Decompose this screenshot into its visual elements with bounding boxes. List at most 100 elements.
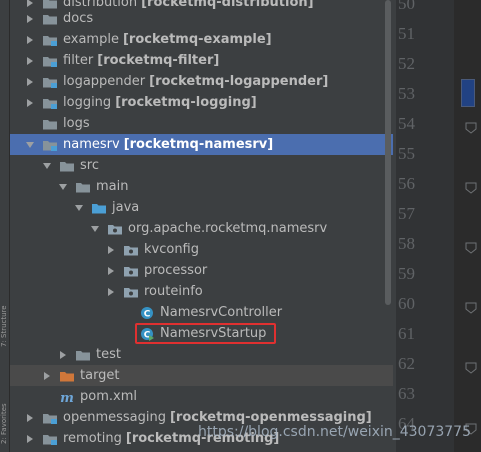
- tree-row-label: remoting: [63, 431, 122, 446]
- fold-marker-icon[interactable]: [465, 359, 477, 374]
- svg-text:m: m: [60, 391, 74, 404]
- chevron-right-icon[interactable]: [24, 412, 36, 424]
- package-icon: [123, 243, 139, 257]
- line-number: 56: [398, 174, 415, 193]
- tree-row-kvconfig[interactable]: kvconfig: [10, 239, 393, 260]
- chevron-right-icon[interactable]: [24, 55, 36, 67]
- tree-row-logs[interactable]: logs: [10, 113, 393, 134]
- tree-row-label: NamesrvController: [160, 305, 283, 320]
- folder-icon: [42, 12, 58, 26]
- module-folder-icon: [42, 432, 58, 446]
- chevron-down-icon[interactable]: [57, 181, 69, 193]
- line-number: 61: [398, 324, 415, 343]
- line-number: 50: [398, 0, 415, 13]
- tree-row-label: logging: [63, 95, 112, 110]
- module-folder-icon: [42, 138, 58, 152]
- folder-icon: [59, 159, 75, 173]
- line-number: 51: [398, 24, 415, 43]
- tree-row-processor[interactable]: processor: [10, 260, 393, 281]
- line-number: 54: [398, 114, 415, 133]
- module-folder-icon: [42, 75, 58, 89]
- tree-row-routeinfo[interactable]: routeinfo: [10, 281, 393, 302]
- editor-pane: 50 51 52 53 54 55 56 57 58 59 60 61 62 63 64: [396, 0, 481, 452]
- tree-row-org-apache-rocketmq-namesrv[interactable]: org.apache.rocketmq.namesrv: [10, 218, 393, 239]
- module-name: [rocketmq-logappender]: [149, 74, 329, 89]
- package-icon: [123, 285, 139, 299]
- module-name: [rocketmq-example]: [122, 32, 272, 47]
- tree-row-main[interactable]: main: [10, 176, 393, 197]
- module-folder-icon: [42, 96, 58, 110]
- tree-row-example[interactable]: example [rocketmq-example]: [10, 29, 393, 50]
- folder-icon: [75, 180, 91, 194]
- source-folder-icon: [91, 201, 107, 215]
- fold-marker-icon[interactable]: [465, 299, 477, 314]
- module-name: [rocketmq-filter]: [97, 53, 220, 68]
- chevron-right-icon[interactable]: [24, 97, 36, 109]
- line-number: 58: [398, 234, 415, 253]
- package-icon: [107, 222, 123, 236]
- chevron-down-icon[interactable]: [24, 139, 36, 151]
- favorites-tab[interactable]: 2: Favorites: [0, 395, 9, 452]
- tree-row-docs[interactable]: docs: [10, 8, 393, 29]
- module-name: [rocketmq-openmessaging]: [169, 410, 372, 425]
- fold-marker-icon[interactable]: [465, 179, 477, 194]
- line-number-gutter: 50 51 52 53 54 55 56 57 58 59 60 61 62 63 64: [396, 0, 454, 452]
- tree-row-namesrvstartup[interactable]: C NamesrvStartup: [10, 323, 393, 344]
- chevron-right-icon[interactable]: [24, 76, 36, 88]
- chevron-right-icon[interactable]: [105, 265, 117, 277]
- tree-row-label: processor: [144, 263, 208, 278]
- chevron-right-icon[interactable]: [41, 370, 53, 382]
- tree-row-namesrv[interactable]: namesrv [rocketmq-namesrv]: [10, 134, 393, 155]
- tree-row-label: logs: [63, 116, 90, 131]
- line-number: 57: [398, 204, 415, 223]
- tree-row-filter[interactable]: filter [rocketmq-filter]: [10, 50, 393, 71]
- tree-row-logappender[interactable]: logappender [rocketmq-logappender]: [10, 71, 393, 92]
- module-name: [rocketmq-logging]: [115, 95, 257, 110]
- chevron-down-icon[interactable]: [89, 223, 101, 235]
- chevron-right-icon[interactable]: [24, 34, 36, 46]
- tool-window-strip: 7: Structure 2: Favorites: [0, 0, 10, 452]
- project-tree: distribution [rocketmq-distribution] docs e…: [10, 0, 393, 452]
- tree-row-label: NamesrvStartup: [160, 326, 267, 341]
- structure-tab[interactable]: 7: Structure: [0, 296, 9, 356]
- tree-row-label: example: [63, 32, 119, 47]
- chevron-right-icon[interactable]: [105, 244, 117, 256]
- tree-row-src[interactable]: src: [10, 155, 393, 176]
- tree-row-label: filter: [63, 53, 94, 68]
- line-number: 59: [398, 264, 415, 283]
- chevron-right-icon[interactable]: [24, 433, 36, 445]
- tree-row-test[interactable]: test: [10, 344, 393, 365]
- tree-row-label: java: [112, 200, 140, 215]
- tree-row-label: logappender: [63, 74, 146, 89]
- chevron-down-icon[interactable]: [73, 202, 85, 214]
- tree-row-namesrvcontroller[interactable]: C NamesrvController: [10, 302, 393, 323]
- excluded-folder-icon: [59, 369, 75, 383]
- tree-row-label: docs: [63, 11, 94, 26]
- fold-marker-icon[interactable]: [465, 119, 477, 134]
- svg-text:C: C: [144, 309, 151, 319]
- chevron-right-icon[interactable]: [57, 349, 69, 361]
- line-number: 63: [398, 384, 415, 403]
- fold-marker-icon[interactable]: [465, 239, 477, 254]
- module-folder-icon: [42, 411, 58, 425]
- tree-row-label: pom.xml: [80, 389, 137, 404]
- tree-row-label: routeinfo: [144, 284, 203, 299]
- tree-row-java[interactable]: java: [10, 197, 393, 218]
- chevron-right-icon[interactable]: [24, 13, 36, 25]
- tree-row-pom-xml[interactable]: m pom.xml: [10, 386, 393, 407]
- tree-row-target[interactable]: target: [10, 365, 393, 386]
- runnable-class-icon: C: [139, 327, 155, 341]
- tree-row-label: openmessaging: [63, 410, 166, 425]
- highlight-box: C NamesrvStartup: [135, 323, 277, 344]
- tree-row-label: main: [96, 179, 129, 194]
- tree-scrollbar[interactable]: [385, 0, 391, 305]
- chevron-down-icon[interactable]: [41, 160, 53, 172]
- tree-row-logging[interactable]: logging [rocketmq-logging]: [10, 92, 393, 113]
- line-number: 55: [398, 144, 415, 163]
- tree-row-label: namesrv: [63, 137, 120, 152]
- class-icon: C: [139, 306, 155, 320]
- maven-icon: m: [59, 390, 75, 404]
- line-number: 62: [398, 354, 415, 373]
- tree-row-label: target: [80, 368, 120, 383]
- chevron-right-icon[interactable]: [105, 286, 117, 298]
